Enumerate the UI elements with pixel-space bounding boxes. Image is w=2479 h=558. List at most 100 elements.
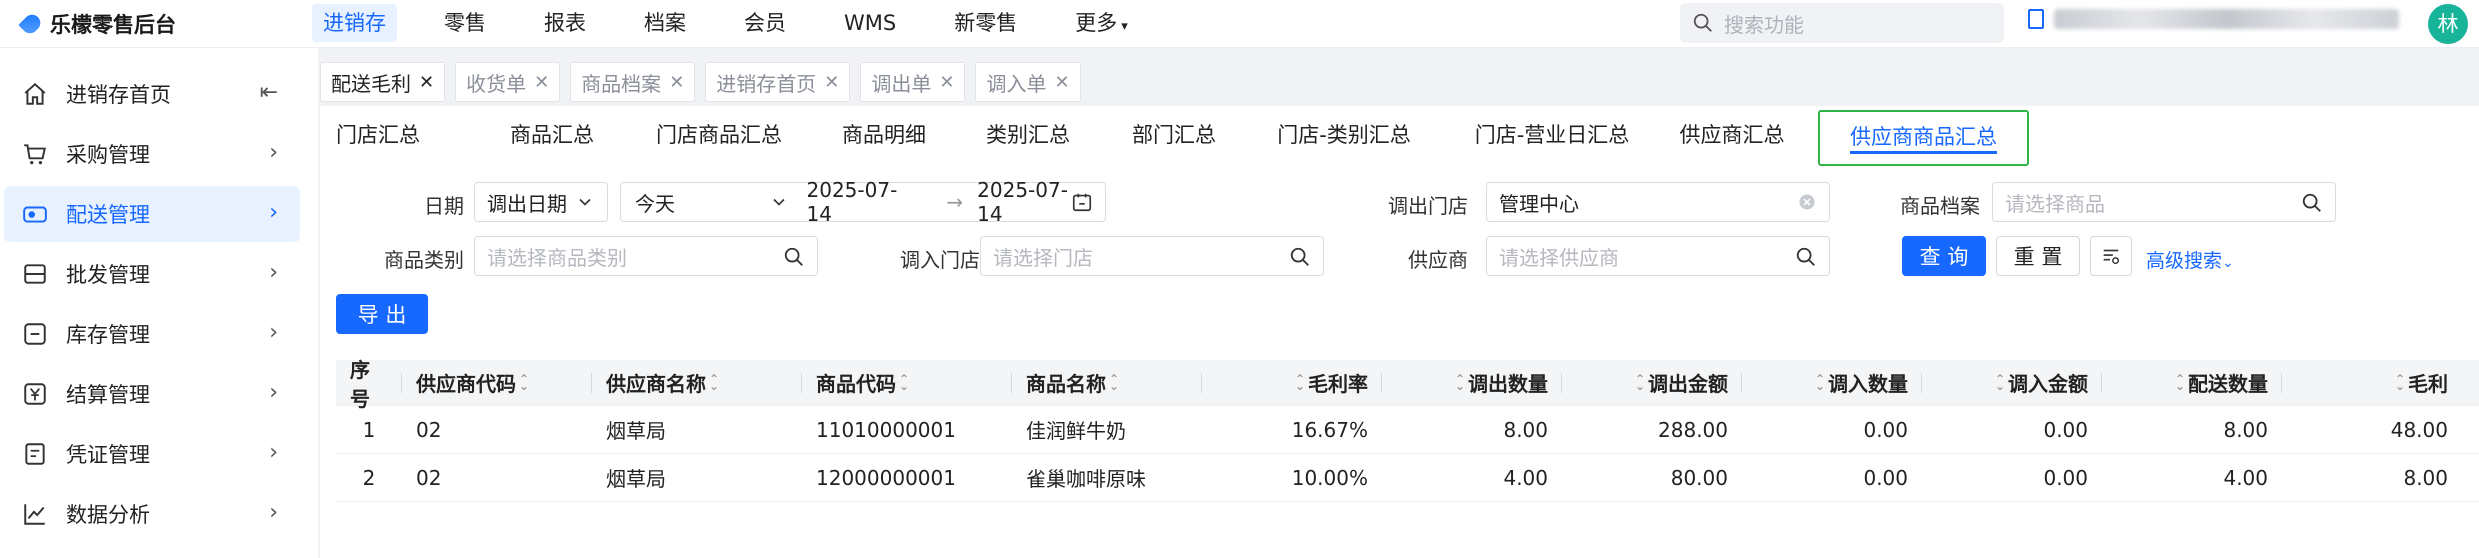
tab-inventory-home[interactable]: 进销存首页 ✕ <box>705 62 851 102</box>
sort-icon: ⌃ ⌄ <box>2394 371 2405 393</box>
subtab-store-product-summary[interactable]: 门店商品汇总 <box>624 116 814 160</box>
cell-index: 2 <box>362 465 376 490</box>
col-margin-rate[interactable]: ⌃ ⌄ 毛利率 <box>1202 360 1382 405</box>
col-out-amount[interactable]: ⌃ ⌄ 调出金额 <box>1562 360 1742 405</box>
tab-transfer-in[interactable]: 调入单 ✕ <box>975 62 1081 102</box>
sidebar-item-wholesale[interactable]: 批发管理 › <box>4 246 300 302</box>
chevron-right-icon: › <box>269 200 278 225</box>
col-label: 配送数量 <box>2188 372 2268 396</box>
search-icon[interactable] <box>783 246 805 268</box>
subtab-store-category-summary[interactable]: 门店-类别汇总 <box>1246 116 1442 160</box>
col-out-qty[interactable]: ⌃ ⌄ 调出数量 <box>1382 360 1562 405</box>
top-nav-inventory[interactable]: 进销存 <box>312 4 397 42</box>
cell-supplier-code: 02 <box>416 417 442 442</box>
subtab-supplier-summary[interactable]: 供应商汇总 <box>1662 116 1802 160</box>
sidebar-item-analytics[interactable]: 数据分析 › <box>4 486 300 542</box>
close-icon[interactable]: ✕ <box>669 72 684 93</box>
clear-icon[interactable] <box>1797 192 1817 212</box>
data-table: 序号 供应商代码 ⌃ ⌄ 供应商名称 ⌃ ⌄ 商品代码 ⌃ ⌄ 商品名称 ⌃ ⌄ ⌃ ⌄ 毛利率 ⌃… <box>336 358 2479 502</box>
date-start[interactable]: 2025-07-14 <box>807 178 923 226</box>
category-placeholder: 请选择商品类别 <box>487 245 627 270</box>
date-range-picker[interactable]: 今天 2025-07-14 → 2025-07-14 <box>620 178 1106 226</box>
close-icon[interactable]: ✕ <box>534 72 549 93</box>
advanced-search-link[interactable]: 高级搜索⌄ <box>2146 246 2234 273</box>
subtab-product-detail[interactable]: 商品明细 <box>814 116 954 160</box>
tab-label: 调出单 <box>871 71 932 96</box>
close-icon[interactable]: ✕ <box>1054 72 1069 93</box>
col-in-qty[interactable]: ⌃ ⌄ 调入数量 <box>1742 360 1922 405</box>
function-search[interactable]: 搜索功能 <box>1680 3 2004 43</box>
subtab-category-summary[interactable]: 类别汇总 <box>954 116 1102 160</box>
category-input[interactable]: 请选择商品类别 <box>474 236 818 276</box>
close-icon[interactable]: ✕ <box>419 72 434 93</box>
collapse-sidebar-icon[interactable]: ⇤ <box>260 80 278 105</box>
search-icon[interactable] <box>1795 246 1817 268</box>
subtab-supplier-product-summary[interactable]: 供应商商品汇总 <box>1818 110 2029 166</box>
search-icon[interactable] <box>1289 246 1311 268</box>
query-button[interactable]: 查 询 <box>1902 236 1986 276</box>
col-supplier-name[interactable]: 供应商名称 ⌃ ⌄ <box>592 360 802 405</box>
top-nav-member[interactable]: 会员 <box>733 4 797 42</box>
table-row[interactable]: 2 02 烟草局 12000000001 雀巢咖啡原味 10.00% 4.00 … <box>336 454 2479 502</box>
col-label: 毛利率 <box>1308 372 1368 396</box>
table-row[interactable]: 1 02 烟草局 11010000001 佳润鲜牛奶 16.67% 8.00 2… <box>336 406 2479 454</box>
app-title: 乐檬零售后台 <box>50 13 176 37</box>
in-store-input[interactable]: 请选择门店 <box>980 236 1324 276</box>
date-separator: → <box>946 190 964 214</box>
cell-in-qty: 0.00 <box>1863 465 1908 490</box>
category-label: 商品类别 <box>384 248 464 272</box>
col-in-amount[interactable]: ⌃ ⌄ 调入金额 <box>1922 360 2102 405</box>
subtab-product-summary[interactable]: 商品汇总 <box>480 116 624 160</box>
col-margin[interactable]: ⌃ ⌄ 毛利 <box>2282 360 2462 405</box>
product-archive-input[interactable]: 请选择商品 <box>1992 182 2336 222</box>
top-nav-retail[interactable]: 零售 <box>433 4 497 42</box>
avatar[interactable]: 林 <box>2428 4 2468 44</box>
close-icon[interactable]: ✕ <box>939 72 954 93</box>
out-store-select[interactable]: 管理中心 <box>1486 182 1830 222</box>
export-button[interactable]: 导 出 <box>336 294 428 334</box>
close-icon[interactable]: ✕ <box>824 72 839 93</box>
tab-distribution-margin[interactable]: 配送毛利 ✕ <box>320 62 446 102</box>
sidebar-item-inventory-home[interactable]: 进销存首页 ⇤ <box>4 66 300 122</box>
col-delivery-qty[interactable]: ⌃ ⌄ 配送数量 <box>2102 360 2282 405</box>
date-type-select[interactable]: 调出日期 <box>474 182 608 222</box>
col-product-name[interactable]: 商品名称 ⌃ ⌄ <box>1012 360 1202 405</box>
cell-margin-rate: 16.67% <box>1291 417 1368 442</box>
tab-transfer-out[interactable]: 调出单 ✕ <box>860 62 966 102</box>
col-index: 序号 <box>336 358 402 411</box>
top-nav-wms[interactable]: WMS <box>833 4 907 42</box>
reset-button[interactable]: 重 置 <box>1996 236 2080 276</box>
subtab-store-summary[interactable]: 门店汇总 <box>336 116 480 160</box>
user-info[interactable] <box>2028 9 2399 29</box>
app-logo[interactable]: 乐檬零售后台 <box>18 8 176 40</box>
tab-receipt[interactable]: 收货单 ✕ <box>455 62 561 102</box>
search-icon[interactable] <box>2301 192 2323 214</box>
top-nav-new-retail[interactable]: 新零售 <box>943 4 1028 42</box>
sidebar-item-stock[interactable]: 库存管理 › <box>4 306 300 362</box>
tab-product-archive[interactable]: 商品档案 ✕ <box>570 62 696 102</box>
calendar-icon[interactable] <box>1071 191 1093 213</box>
voucher-icon <box>20 439 50 469</box>
sidebar-item-purchase[interactable]: 采购管理 › <box>4 126 300 182</box>
cell-out-qty: 8.00 <box>1503 417 1548 442</box>
cell-in-amount: 0.00 <box>2043 465 2088 490</box>
date-range-type[interactable]: 今天 <box>635 188 775 217</box>
search-placeholder: 搜索功能 <box>1724 12 1804 37</box>
sort-icon: ⌃ ⌄ <box>1814 371 1825 393</box>
sort-icon: ⌃ ⌄ <box>1634 371 1645 393</box>
cell-margin: 8.00 <box>2403 465 2448 490</box>
sort-icon: ⌃ ⌄ <box>519 371 530 393</box>
supplier-input[interactable]: 请选择供应商 <box>1486 236 1830 276</box>
top-nav-reports[interactable]: 报表 <box>533 4 597 42</box>
sidebar-item-distribution[interactable]: 配送管理 › <box>4 186 300 242</box>
top-nav-more[interactable]: 更多 ▾ <box>1064 4 1139 42</box>
column-settings-button[interactable] <box>2090 236 2132 276</box>
col-product-code[interactable]: 商品代码 ⌃ ⌄ <box>802 360 1012 405</box>
col-supplier-code[interactable]: 供应商代码 ⌃ ⌄ <box>402 360 592 405</box>
subtab-store-business-day-summary[interactable]: 门店-营业日汇总 <box>1442 116 1662 160</box>
sidebar-item-settlement[interactable]: 结算管理 › <box>4 366 300 422</box>
sidebar-item-voucher[interactable]: 凭证管理 › <box>4 426 300 482</box>
subtab-department-summary[interactable]: 部门汇总 <box>1102 116 1246 160</box>
top-nav-archive[interactable]: 档案 <box>633 4 697 42</box>
col-label: 调入金额 <box>2008 372 2088 396</box>
